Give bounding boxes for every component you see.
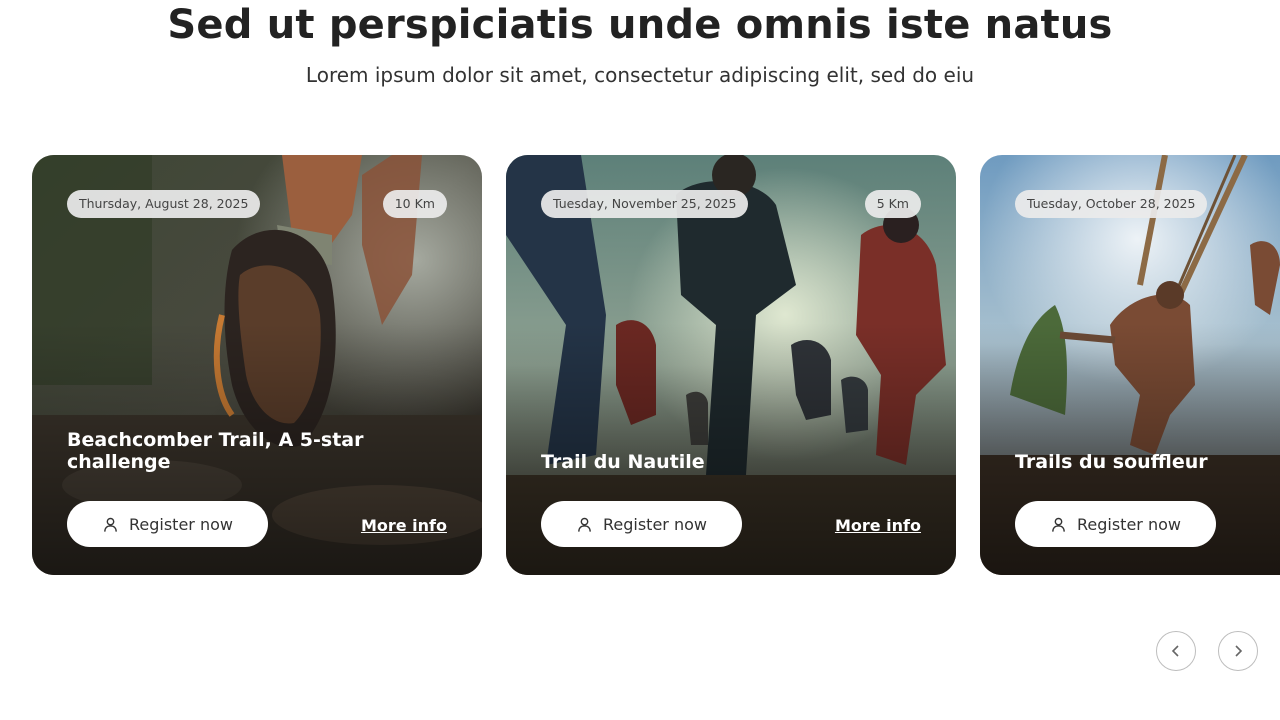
register-button-label: Register now	[1077, 514, 1181, 534]
page-subtitle: Lorem ipsum dolor sit amet, consectetur …	[305, 63, 975, 87]
register-button-label: Register now	[129, 514, 233, 534]
register-button[interactable]: Register now	[67, 501, 268, 547]
more-info-link[interactable]: More info	[361, 516, 447, 535]
register-button[interactable]: Register now	[1015, 501, 1216, 547]
page-title: Sed ut perspiciatis unde omnis iste natu…	[167, 2, 1113, 48]
register-button-label: Register now	[603, 514, 707, 534]
event-title: Trails du souffleur	[1015, 451, 1208, 473]
event-carousel: Thursday, August 28, 2025 10 Km Beachcom…	[0, 155, 1280, 575]
chevron-right-icon	[1235, 645, 1243, 657]
event-distance-badge: 10 Km	[382, 190, 447, 218]
user-icon	[578, 517, 591, 532]
carousel-prev-button[interactable]	[1156, 631, 1196, 671]
user-icon	[1052, 517, 1065, 532]
event-distance-badge: 5 Km	[864, 190, 921, 218]
chevron-left-icon	[1171, 645, 1179, 657]
event-title: Beachcomber Trail, A 5-star challenge	[67, 429, 364, 473]
event-card: Thursday, August 28, 2025 10 Km Beachcom…	[32, 155, 482, 575]
event-title: Trail du Nautile	[541, 451, 705, 473]
event-date-badge: Tuesday, October 28, 2025	[1015, 190, 1208, 218]
event-date-badge: Thursday, August 28, 2025	[67, 190, 261, 218]
carousel-next-button[interactable]	[1218, 631, 1258, 671]
event-date-badge: Tuesday, November 25, 2025	[541, 190, 749, 218]
event-card: Tuesday, October 28, 2025 Trails du souf…	[980, 155, 1280, 575]
user-icon	[104, 517, 117, 532]
register-button[interactable]: Register now	[541, 501, 742, 547]
event-card: Tuesday, November 25, 2025 5 Km Trail du…	[506, 155, 956, 575]
more-info-link[interactable]: More info	[835, 516, 921, 535]
